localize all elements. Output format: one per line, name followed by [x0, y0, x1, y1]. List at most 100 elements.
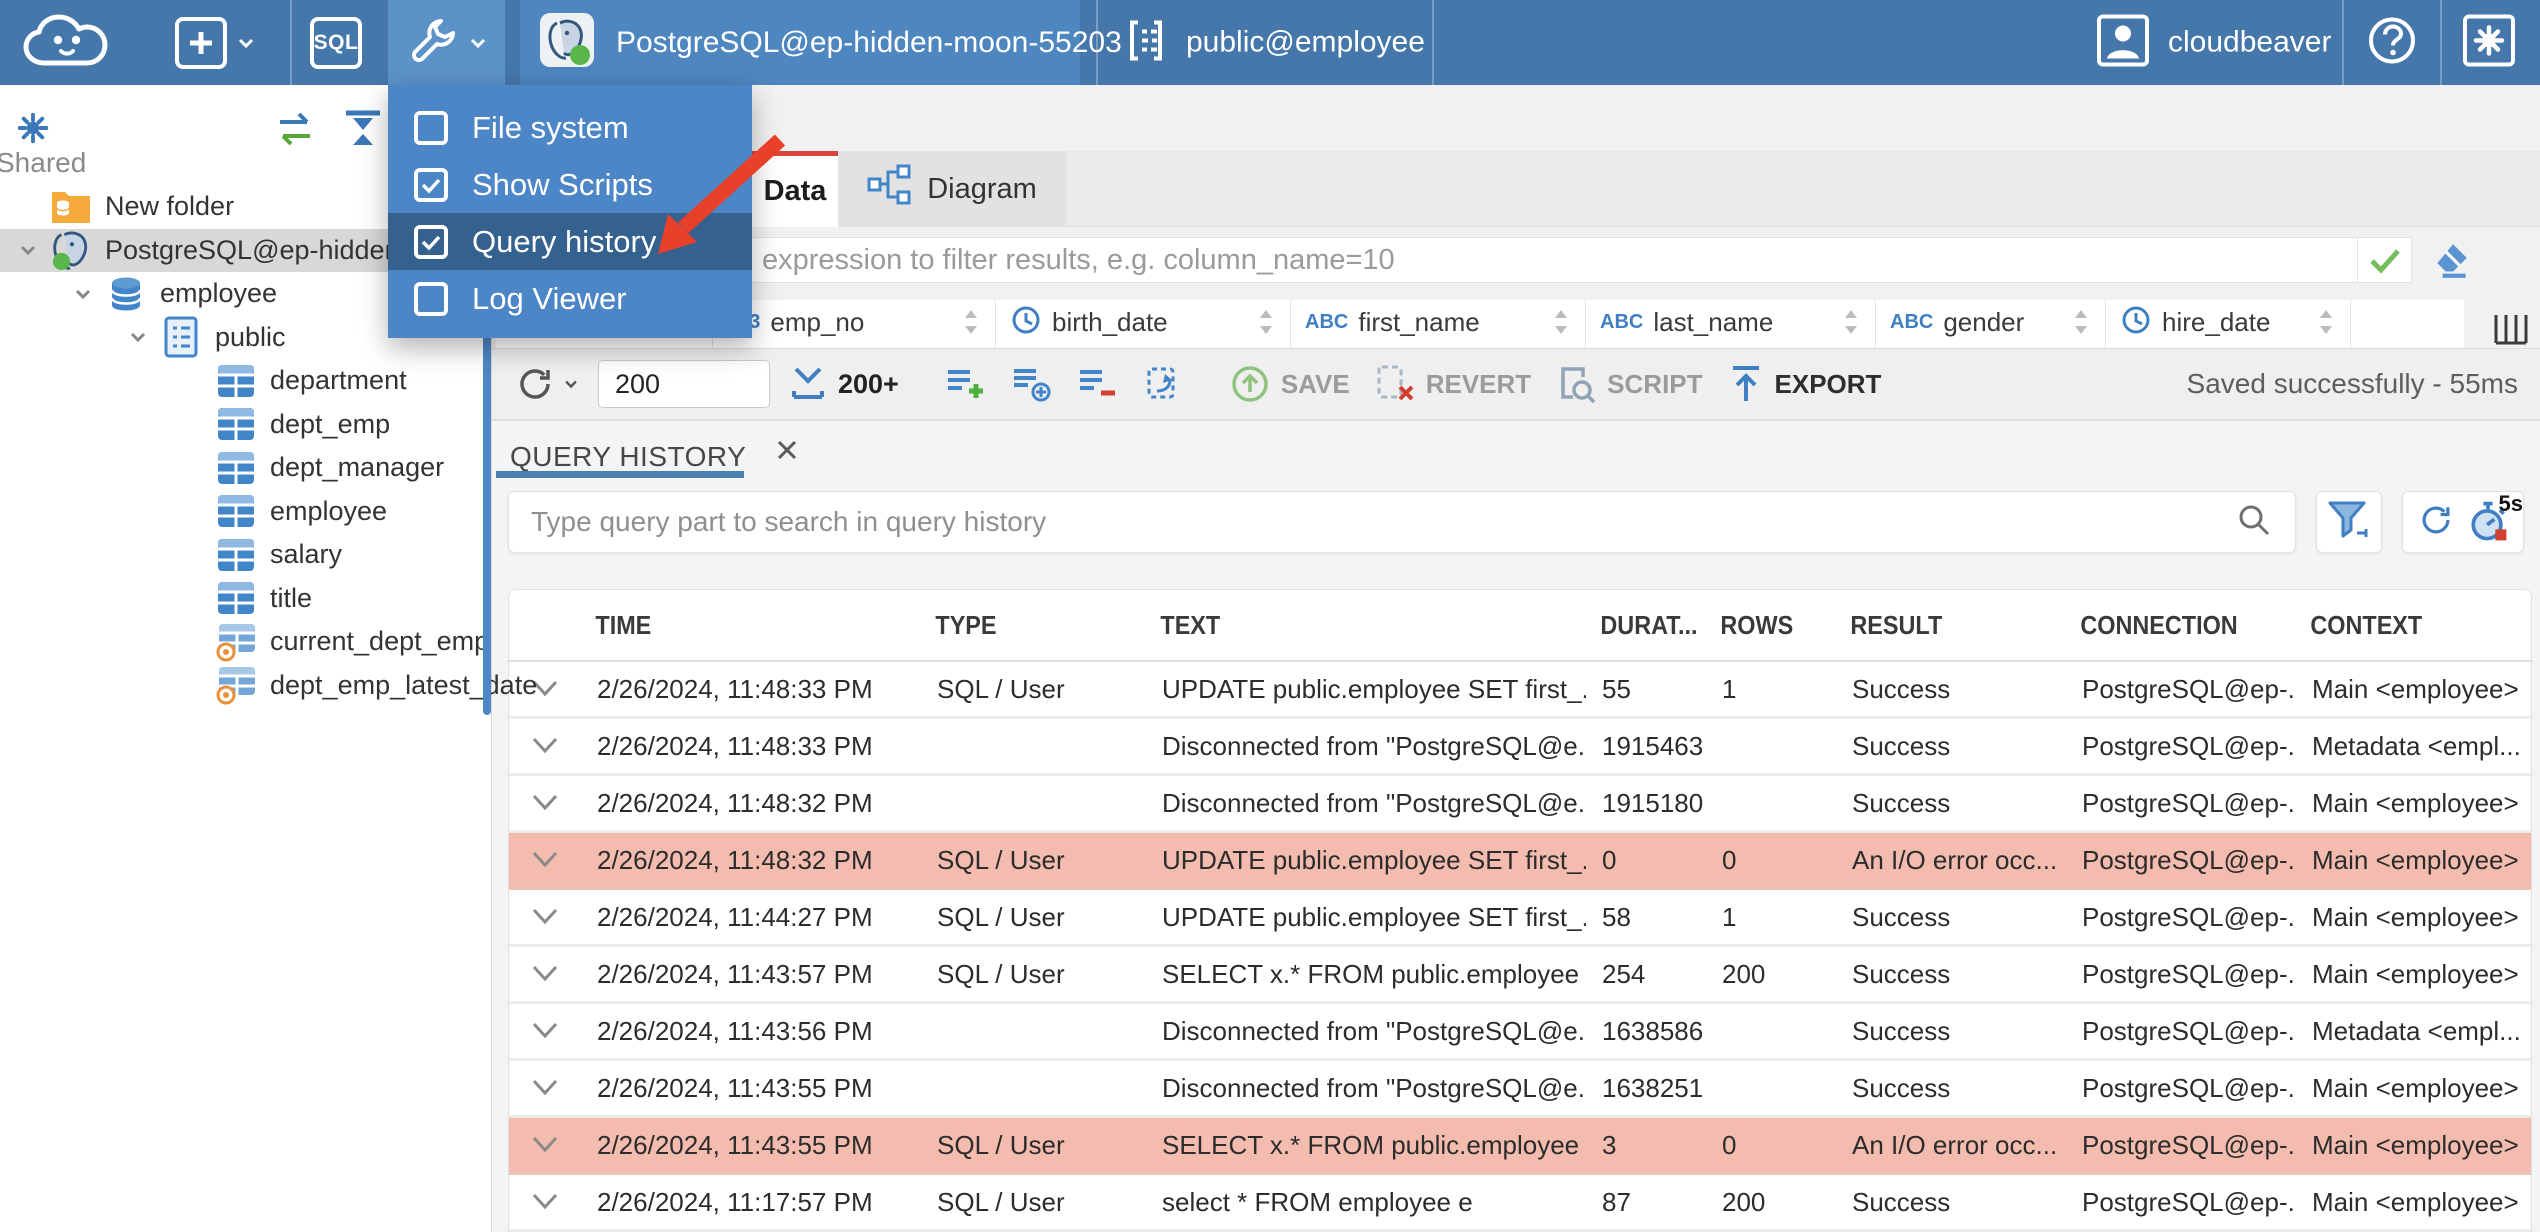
- column-header-type[interactable]: TYPE: [921, 610, 1124, 641]
- menu-item-show-scripts[interactable]: Show Scripts: [388, 156, 752, 213]
- filter-history-button[interactable]: [2316, 491, 2382, 553]
- row-expand-chevron-icon[interactable]: [509, 964, 581, 984]
- row-expand-chevron-icon[interactable]: [509, 1192, 581, 1212]
- help-button[interactable]: [2366, 14, 2418, 71]
- cell-result: An I/O error occ...: [1852, 1129, 2058, 1160]
- query-history-row[interactable]: 2/26/2024, 11:44:27 PM SQL / User UPDATE p…: [509, 890, 2531, 947]
- query-history-row[interactable]: 2/26/2024, 11:48:33 PM Disconnected from …: [509, 719, 2531, 776]
- new-object-button[interactable]: [175, 16, 257, 69]
- cell-result: Success: [1852, 730, 1951, 761]
- row-expand-chevron-icon[interactable]: [509, 1135, 581, 1155]
- column-header-context[interactable]: CONTEXT: [2296, 610, 2508, 641]
- cell-duration: 1915180: [1602, 787, 1704, 818]
- expand-chevron-icon[interactable]: [61, 281, 105, 307]
- expand-chevron-icon[interactable]: [116, 324, 160, 350]
- checkbox-checked-icon[interactable]: [414, 167, 448, 202]
- grid-column-hire-date[interactable]: hire_date: [2105, 300, 2350, 348]
- tree-item-department[interactable]: department: [0, 359, 491, 403]
- row-expand-chevron-icon[interactable]: [509, 1021, 581, 1041]
- user-menu[interactable]: cloudbeaver: [2096, 13, 2331, 72]
- query-history-row[interactable]: 2/26/2024, 11:17:57 PM SQL / User select *…: [509, 1175, 2531, 1232]
- tree-item-dept-emp[interactable]: dept_emp: [0, 403, 491, 447]
- query-history-row[interactable]: 2/26/2024, 11:43:56 PM Disconnected from …: [509, 1004, 2531, 1061]
- column-header-text[interactable]: TEXT: [1146, 610, 1542, 641]
- schema-selector[interactable]: public@employee: [1122, 16, 1425, 69]
- row-expand-chevron-icon[interactable]: [509, 850, 581, 870]
- expand-chevron-icon[interactable]: [6, 237, 50, 263]
- sort-arrows-icon[interactable]: [1841, 305, 1861, 339]
- tree-item-salary[interactable]: salary: [0, 533, 491, 577]
- column-header-connection[interactable]: CONNECTION: [2066, 610, 2273, 641]
- row-expand-chevron-icon[interactable]: [509, 1078, 581, 1098]
- fetch-more-button[interactable]: 200+: [782, 364, 905, 404]
- checkbox-unchecked-icon[interactable]: [414, 110, 448, 145]
- sort-arrows-icon[interactable]: [2071, 305, 2091, 339]
- query-history-row[interactable]: 2/26/2024, 11:48:32 PM SQL / User UPDATE p…: [509, 833, 2531, 890]
- query-history-row[interactable]: 2/26/2024, 11:43:55 PM Disconnected from …: [509, 1061, 2531, 1118]
- grid-column-gender[interactable]: ABC gender: [1875, 300, 2105, 348]
- sort-arrows-icon[interactable]: [2316, 305, 2336, 339]
- query-history-row[interactable]: 2/26/2024, 11:48:32 PM Disconnected from …: [509, 776, 2531, 833]
- query-history-row[interactable]: 2/26/2024, 11:43:55 PM SQL / User SELECT x…: [509, 1118, 2531, 1175]
- column-header-durat[interactable]: DURAT...: [1586, 610, 1697, 641]
- query-history-row[interactable]: 2/26/2024, 11:48:33 PM SQL / User UPDATE p…: [509, 662, 2531, 719]
- grid-column-last-name[interactable]: ABC last_name: [1585, 300, 1875, 348]
- cloudbeaver-logo-icon[interactable]: [14, 11, 118, 75]
- eraser-icon[interactable]: [2430, 239, 2472, 286]
- refresh-button[interactable]: [506, 361, 586, 407]
- cell-result: An I/O error occ...: [1852, 844, 2058, 875]
- add-row-button[interactable]: [939, 366, 993, 402]
- grid-column-birth-date[interactable]: birth_date: [995, 300, 1290, 348]
- menu-item-file-system[interactable]: File system: [388, 99, 752, 156]
- filter-expression-input[interactable]: [497, 238, 2357, 282]
- history-refresh-group: 5s: [2402, 491, 2524, 553]
- tools-menu-trigger[interactable]: [388, 0, 505, 85]
- row-expand-chevron-icon[interactable]: [509, 736, 581, 756]
- collapse-all-icon[interactable]: [342, 109, 384, 154]
- sort-arrows-icon[interactable]: [1551, 305, 1571, 339]
- script-button[interactable]: SCRIPT: [1549, 363, 1708, 405]
- menu-item-query-history[interactable]: Query history: [388, 213, 752, 270]
- duplicate-row-button[interactable]: [1005, 366, 1059, 402]
- checkbox-unchecked-icon[interactable]: [414, 281, 448, 316]
- query-history-row[interactable]: 2/26/2024, 11:43:57 PM SQL / User SELECT x…: [509, 947, 2531, 1004]
- column-header-rows[interactable]: ROWS: [1706, 610, 1823, 641]
- apply-filter-button[interactable]: [2357, 238, 2411, 282]
- save-button[interactable]: SAVE: [1223, 363, 1356, 405]
- revert-button[interactable]: REVERT: [1368, 363, 1537, 405]
- tab-data[interactable]: Data: [752, 151, 838, 227]
- sql-editor-button[interactable]: SQL: [310, 16, 362, 69]
- tree-item-dept-emp-latest-date[interactable]: dept_emp_latest_date: [0, 664, 537, 708]
- sort-arrows-icon[interactable]: [1256, 305, 1276, 339]
- grid-panel-icon[interactable]: [2492, 313, 2528, 350]
- column-header-time[interactable]: TIME: [581, 610, 887, 641]
- tree-item-dept-manager[interactable]: dept_manager: [0, 446, 491, 490]
- sort-arrows-icon[interactable]: [961, 305, 981, 339]
- checkbox-checked-icon[interactable]: [414, 224, 448, 259]
- query-search-input[interactable]: [531, 506, 2235, 538]
- delete-row-button[interactable]: [1071, 366, 1125, 402]
- row-limit-input[interactable]: [598, 360, 770, 408]
- sync-connection-icon[interactable]: [272, 109, 318, 154]
- row-expand-chevron-icon[interactable]: [509, 793, 581, 813]
- grid-column-emp-no[interactable]: 123emp_no: [712, 300, 995, 348]
- tree-item-title[interactable]: title: [0, 577, 491, 621]
- refresh-history-icon[interactable]: [2415, 499, 2457, 546]
- connection-selector[interactable]: PostgreSQL@ep-hidden-moon-55203: [520, 0, 1122, 85]
- tree-item-current-dept-emp[interactable]: current_dept_emp: [0, 620, 491, 664]
- grid-column-first-name[interactable]: ABC first_name: [1290, 300, 1585, 348]
- menu-item-log-viewer[interactable]: Log Viewer: [388, 270, 752, 327]
- auto-refresh-timer-button[interactable]: 5s: [2465, 491, 2523, 545]
- row-expand-chevron-icon[interactable]: [509, 907, 581, 927]
- sidebar-scrollbar[interactable]: [483, 330, 491, 715]
- settings-button[interactable]: [2462, 13, 2516, 72]
- query-history-tab[interactable]: QUERY HISTORY: [510, 441, 746, 473]
- tree-item-employee[interactable]: employee: [0, 490, 491, 534]
- paste-row-button[interactable]: [1137, 365, 1189, 403]
- help-icon: [2366, 14, 2418, 71]
- cell-result: Success: [1852, 958, 1951, 989]
- export-button[interactable]: EXPORT: [1721, 363, 1888, 405]
- tab-diagram[interactable]: Diagram: [838, 151, 1066, 227]
- close-icon[interactable]: [774, 437, 800, 468]
- column-header-result[interactable]: RESULT: [1836, 610, 2043, 641]
